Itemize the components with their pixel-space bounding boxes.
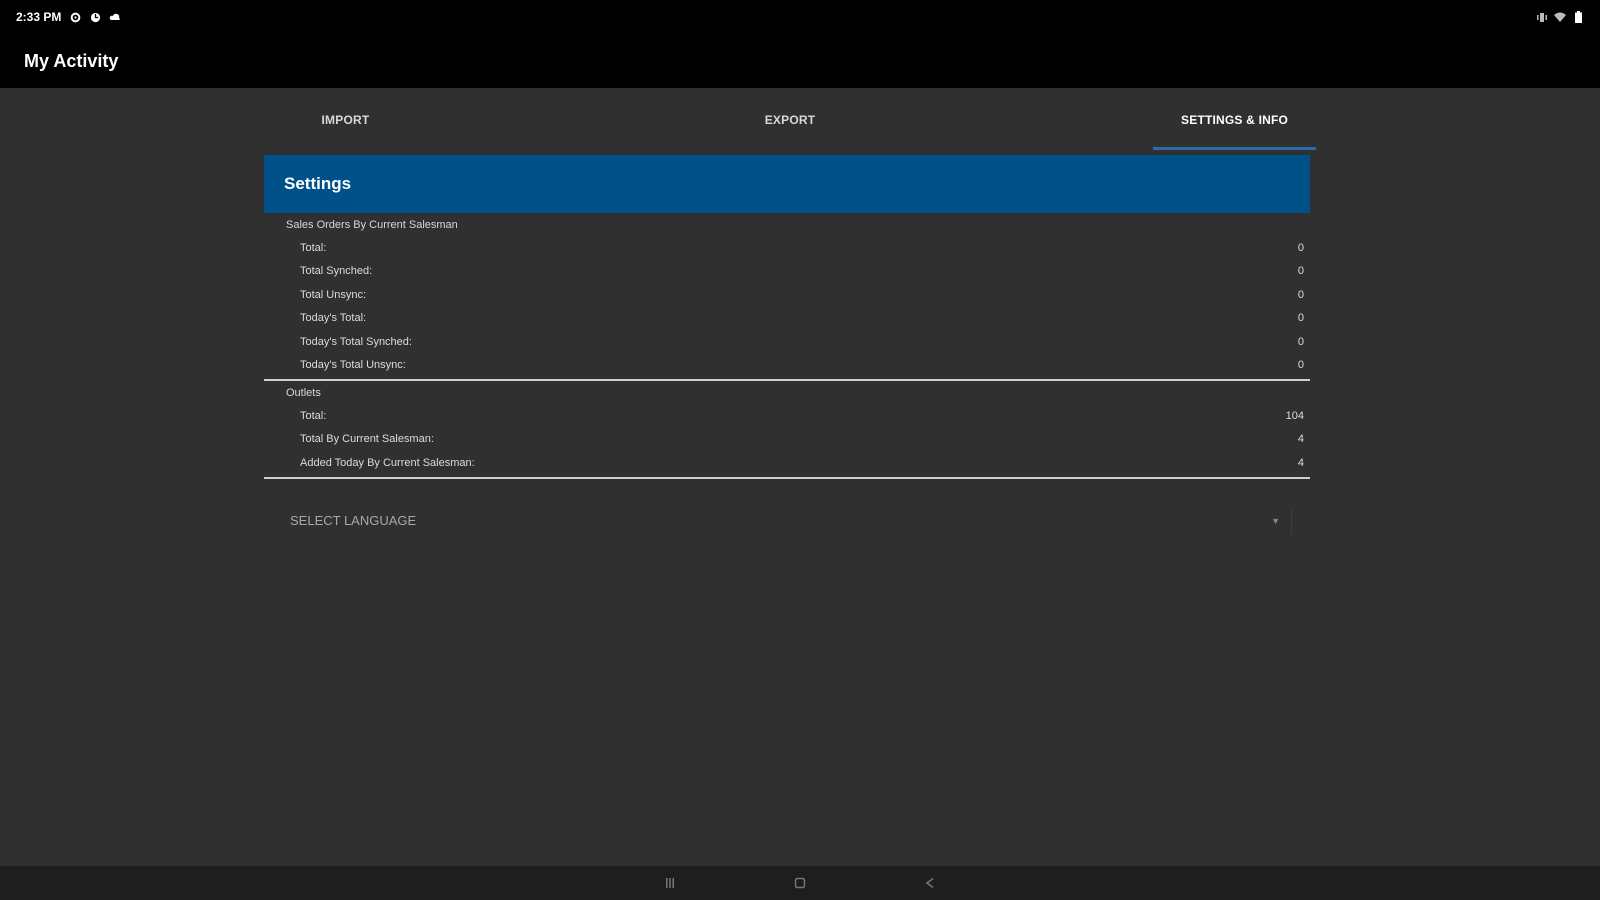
stat-label: Total By Current Salesman: (300, 433, 434, 446)
stat-row: Total By Current Salesman: 4 (264, 428, 1310, 452)
nav-bar (0, 866, 1600, 900)
stat-row: Total Unsync: 0 (264, 283, 1310, 307)
tab-import[interactable]: IMPORT (264, 90, 427, 150)
vibrate-icon (1536, 11, 1548, 23)
chevron-down-icon: ▼ (1271, 515, 1280, 526)
stat-value: 0 (1297, 359, 1304, 372)
outlets-section: Outlets Total: 104 Total By Current Sale… (264, 381, 1310, 479)
recent-apps-icon (666, 878, 674, 888)
home-icon (794, 877, 806, 889)
app-title: My Activity (24, 50, 119, 71)
stat-label: Today's Total: (300, 312, 367, 325)
status-right (1536, 11, 1584, 23)
stat-label: Total Unsync: (300, 288, 367, 301)
stat-row: Added Today By Current Salesman: 4 (264, 451, 1310, 475)
stat-label: Today's Total Synched: (300, 335, 412, 348)
settings-panel: Settings Sales Orders By Current Salesma… (264, 155, 1310, 539)
tab-bar: IMPORT EXPORT SETTINGS & INFO (264, 90, 1316, 150)
recent-apps-button[interactable] (660, 873, 680, 893)
settings-title: Settings (284, 174, 352, 193)
stat-row: Total Synched: 0 (264, 260, 1310, 284)
gear-icon (69, 11, 81, 23)
status-bar: 2:33 PM (0, 0, 1600, 34)
stat-label: Added Today By Current Salesman: (300, 456, 475, 469)
settings-header: Settings (264, 155, 1310, 213)
stat-row: Total: 0 (264, 236, 1310, 260)
stat-label: Total: (300, 409, 327, 422)
language-select[interactable]: SELECT LANGUAGE ▼ (264, 503, 1310, 539)
stat-value: 4 (1297, 456, 1304, 469)
home-button[interactable] (790, 873, 810, 893)
app-bar: My Activity (0, 34, 1600, 88)
stat-value: 0 (1297, 265, 1304, 278)
tab-export[interactable]: EXPORT (427, 90, 1153, 150)
stat-value: 0 (1297, 288, 1304, 301)
stat-value: 0 (1297, 335, 1304, 348)
back-button[interactable] (920, 873, 940, 893)
stat-label: Total Synched: (300, 265, 373, 278)
stat-row: Today's Total Unsync: 0 (264, 354, 1310, 378)
language-select-placeholder: SELECT LANGUAGE (290, 513, 417, 528)
wifi-icon (1554, 11, 1566, 23)
stat-value: 0 (1297, 241, 1304, 254)
sales-orders-section: Sales Orders By Current Salesman Total: … (264, 213, 1310, 381)
back-icon (925, 877, 934, 889)
stat-row: Today's Total: 0 (264, 307, 1310, 331)
select-divider (1291, 506, 1292, 535)
sync-icon (89, 11, 101, 23)
stat-value: 104 (1285, 409, 1304, 422)
stat-label: Total: (300, 241, 327, 254)
stat-value: 0 (1297, 312, 1304, 325)
stat-value: 4 (1297, 433, 1304, 446)
stat-row: Total: 104 (264, 404, 1310, 428)
stat-row: Today's Total Synched: 0 (264, 330, 1310, 354)
section-title: Sales Orders By Current Salesman (286, 219, 458, 231)
section-title: Outlets (286, 387, 321, 399)
cloud-icon (109, 11, 121, 23)
status-left: 2:33 PM (16, 10, 121, 24)
tab-settings-info[interactable]: SETTINGS & INFO (1153, 90, 1316, 150)
stat-label: Today's Total Unsync: (300, 359, 406, 372)
battery-icon (1572, 11, 1584, 23)
status-time: 2:33 PM (16, 10, 62, 24)
